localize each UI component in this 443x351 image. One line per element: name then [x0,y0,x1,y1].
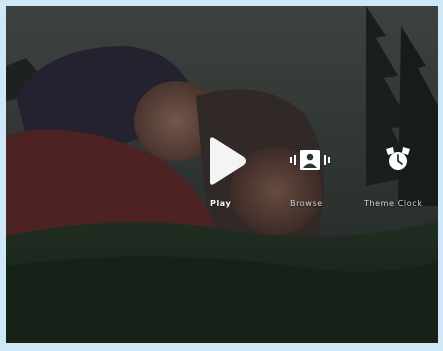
menu-item-browse[interactable]: Browse [284,146,336,216]
menu-label-browse: Browse [290,199,323,208]
photo-frame-screen: Play Browse Theme Clock [6,6,438,343]
menu-label-theme-clock: Theme Clock [364,199,423,208]
theme-clock-icon [384,146,412,172]
menu-item-theme-clock[interactable]: Theme Clock [360,142,434,216]
browse-icon [289,148,331,172]
play-icon [204,136,248,186]
device-frame: Play Browse Theme Clock [0,0,443,351]
menu-item-play[interactable]: Play [200,136,252,216]
menu-label-play: Play [210,199,232,208]
